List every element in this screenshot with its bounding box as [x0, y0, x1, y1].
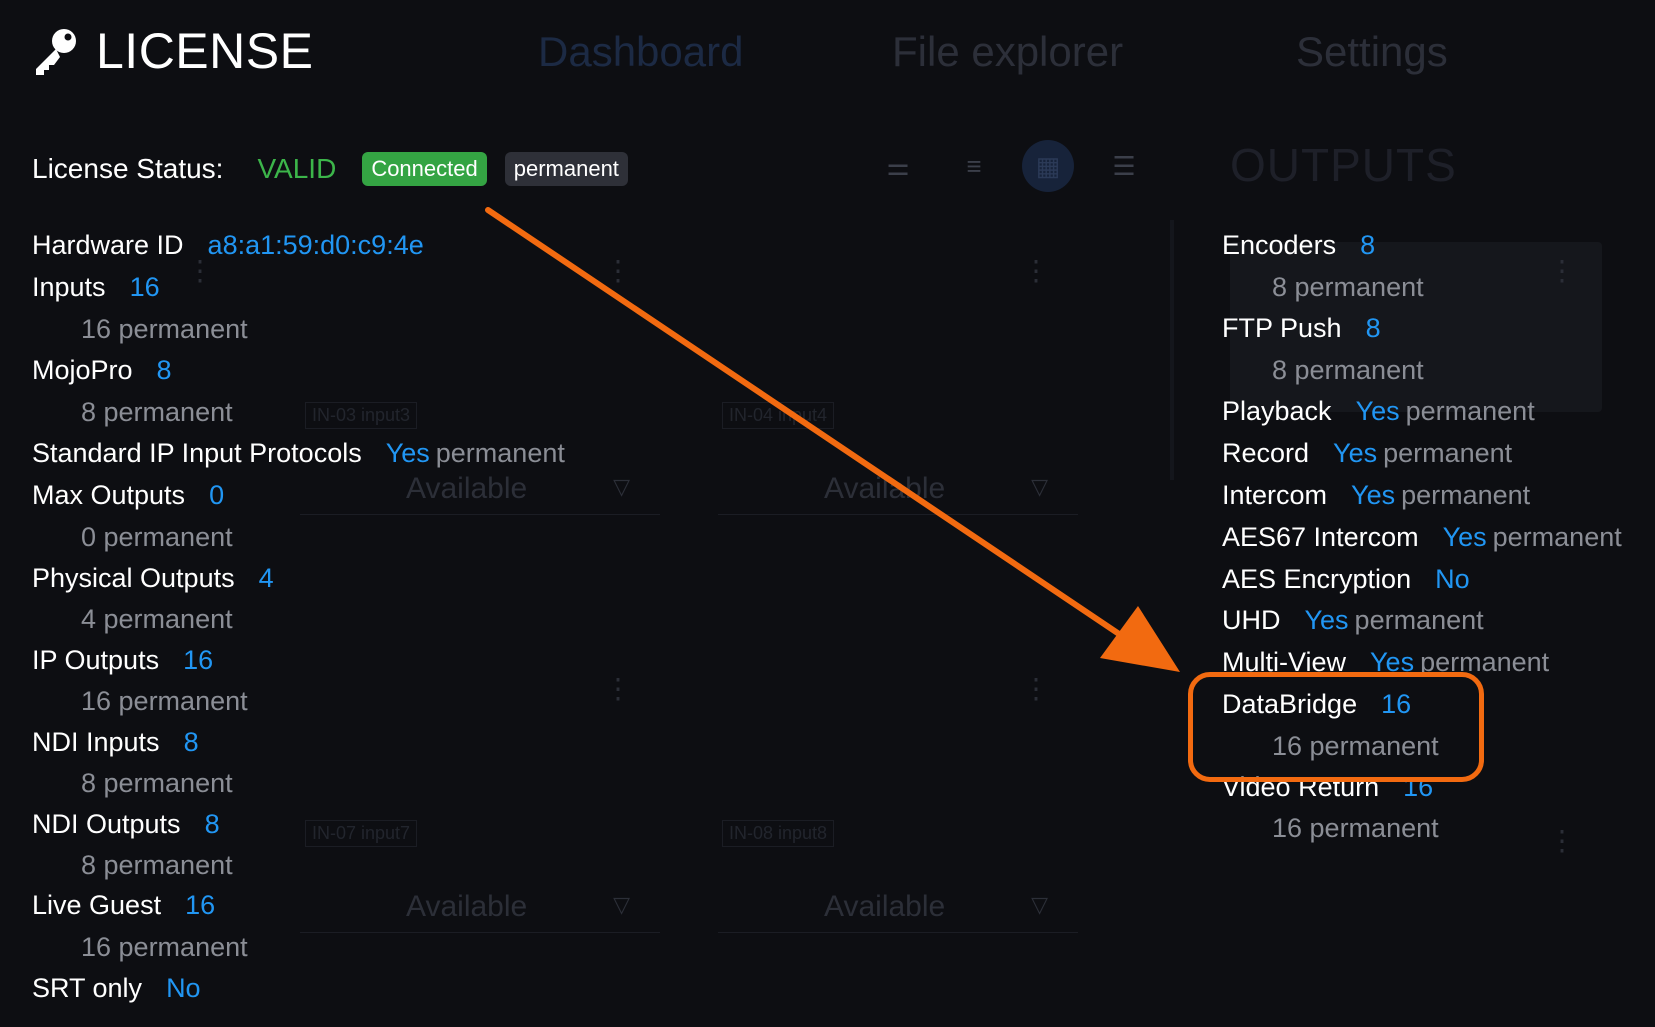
annotation-arrow-icon [485, 207, 1180, 672]
